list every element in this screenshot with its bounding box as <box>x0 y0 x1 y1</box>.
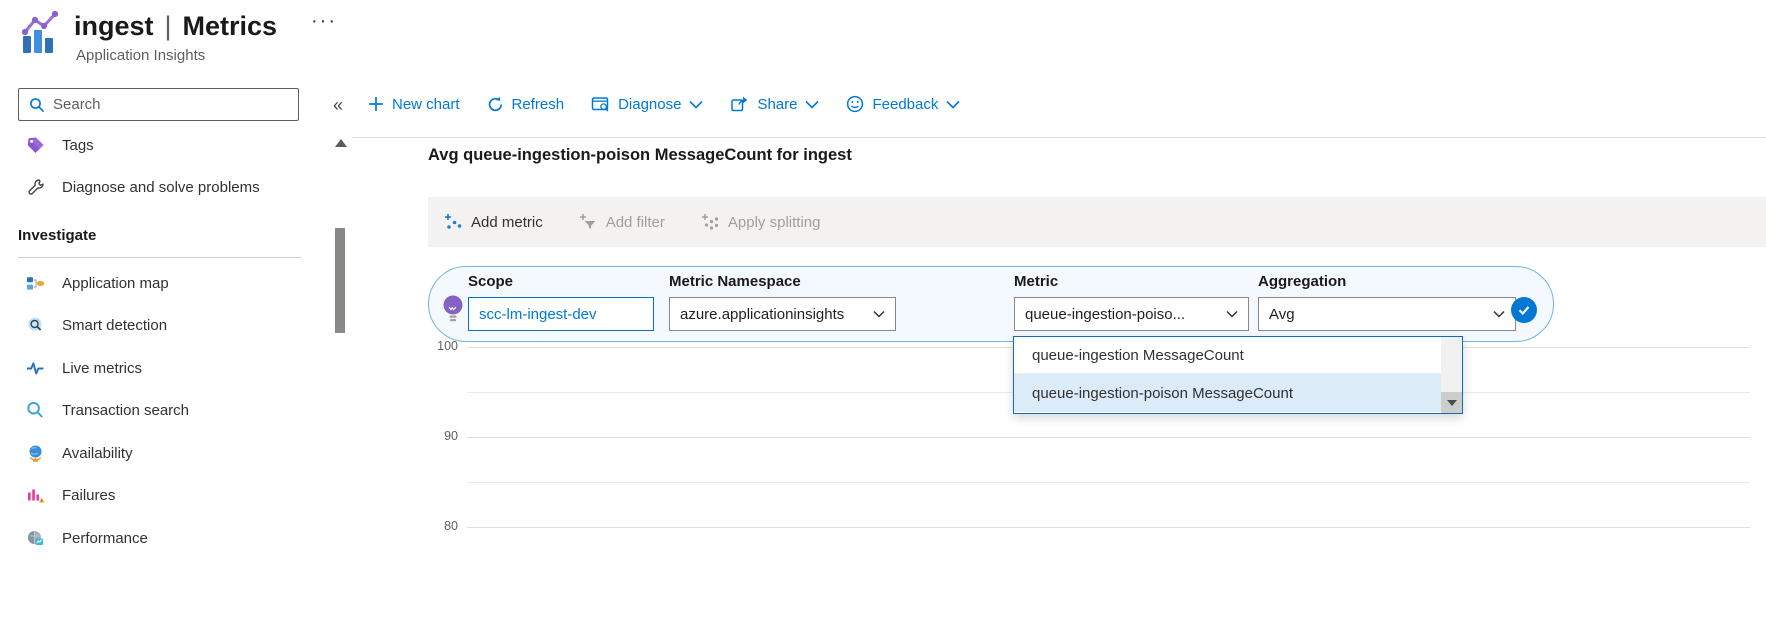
metric-field: Metric queue-ingestion-poiso... <box>1014 273 1249 331</box>
chevron-down-icon <box>946 100 960 109</box>
scope-input[interactable]: scc-lm-ingest-dev <box>468 297 654 331</box>
aggregation-field: Aggregation Avg <box>1258 273 1516 331</box>
metric-picker-pill: Scope scc-lm-ingest-dev Metric Namespace… <box>428 266 1554 342</box>
add-filter-button[interactable]: Add filter <box>579 213 665 231</box>
sidebar-item-label: Transaction search <box>62 401 190 419</box>
vertical-scrollbar-thumb[interactable] <box>335 228 345 333</box>
add-metric-button[interactable]: Add metric <box>444 213 543 231</box>
wrench-icon <box>26 178 45 197</box>
application-insights-logo-icon <box>22 10 62 56</box>
sidebar-section-investigate: Investigate <box>18 227 97 244</box>
feedback-button[interactable]: Feedback <box>846 95 960 113</box>
chevron-down-icon <box>873 310 885 318</box>
metric-select[interactable]: queue-ingestion-poiso... <box>1014 297 1249 331</box>
metric-namespace-field: Metric Namespace azure.applicationinsigh… <box>669 273 896 331</box>
add-filter-icon <box>579 213 598 231</box>
aggregation-label: Aggregation <box>1258 273 1347 290</box>
gridline-80 <box>467 527 1750 528</box>
gridline-minor-85 <box>467 482 1750 483</box>
page-title: ingest | Metrics <box>74 11 277 42</box>
resource-type-subtitle: Application Insights <box>76 47 206 64</box>
sidebar-search[interactable] <box>18 88 299 121</box>
failures-chart-icon <box>26 486 45 505</box>
scrollbar-up-arrow-icon[interactable] <box>335 139 347 147</box>
scope-field: Scope scc-lm-ingest-dev <box>468 273 654 331</box>
chart-title: Avg queue-ingestion-poison MessageCount … <box>428 146 852 164</box>
valid-check-icon <box>1511 297 1537 323</box>
window-magnifier-icon <box>591 95 610 113</box>
sidebar-item-label: Tags <box>62 136 94 154</box>
gridline-90 <box>467 437 1750 438</box>
share-button[interactable]: Share <box>730 95 820 113</box>
metric-dropdown-list: queue-ingestion MessageCount queue-inges… <box>1013 336 1463 414</box>
chevron-down-icon <box>1226 310 1238 318</box>
plus-icon <box>368 96 384 112</box>
sidebar-item-smart-detection[interactable]: Smart detection <box>18 308 302 342</box>
search-input[interactable] <box>53 96 290 113</box>
sidebar-item-label: Performance <box>62 529 148 547</box>
chevron-down-icon <box>689 100 704 109</box>
apply-splitting-button[interactable]: Apply splitting <box>701 213 820 231</box>
toolbar-divider <box>352 137 1766 138</box>
refresh-button[interactable]: Refresh <box>487 96 564 113</box>
metric-option-selected[interactable]: queue-ingestion-poison MessageCount <box>1014 374 1441 412</box>
metric-action-bar: Add metric Add filter Apply splitting <box>428 197 1766 247</box>
dropdown-scrollbar[interactable] <box>1441 337 1462 413</box>
sidebar-item-label: Diagnose and solve problems <box>62 178 260 196</box>
sidebar-item-transaction-search[interactable]: Transaction search <box>18 393 302 427</box>
smiley-icon <box>846 95 864 113</box>
sidebar-item-label: Smart detection <box>62 316 168 334</box>
refresh-icon <box>487 96 504 113</box>
sidebar-item-label: Availability <box>62 444 133 462</box>
sidebar-section-divider <box>18 257 301 258</box>
metric-option[interactable]: queue-ingestion MessageCount <box>1014 337 1441 374</box>
sidebar-item-failures[interactable]: Failures <box>18 478 302 512</box>
add-metric-icon <box>444 213 463 231</box>
sidebar-item-diagnose-solve-problems[interactable]: Diagnose and solve problems <box>18 170 302 204</box>
application-map-icon <box>26 274 45 293</box>
command-bar: New chart Refresh Diagnose Share Feedbac… <box>368 88 960 120</box>
pulse-icon <box>26 359 45 378</box>
tag-icon <box>26 136 45 155</box>
sidebar-item-performance[interactable]: Performance <box>18 521 302 555</box>
sidebar-item-label: Live metrics <box>62 359 143 377</box>
smart-detection-icon <box>26 316 45 335</box>
diagnose-button[interactable]: Diagnose <box>591 95 704 113</box>
more-options-button[interactable]: ··· <box>311 10 337 33</box>
search-icon <box>27 95 46 114</box>
performance-globe-icon <box>26 529 45 548</box>
chevron-down-icon <box>1493 310 1505 318</box>
collapse-sidebar-button[interactable]: « <box>327 93 349 118</box>
sidebar-item-live-metrics[interactable]: Live metrics <box>18 351 302 385</box>
chevron-down-icon <box>805 100 820 109</box>
metric-label: Metric <box>1014 273 1059 290</box>
magnifier-icon <box>26 401 45 420</box>
metric-namespace-label: Metric Namespace <box>669 273 801 290</box>
y-axis-tick-100: 100 <box>437 339 458 353</box>
lightbulb-icon <box>442 294 464 326</box>
new-chart-button[interactable]: New chart <box>368 96 460 113</box>
sidebar-item-application-map[interactable]: Application map <box>18 266 302 300</box>
y-axis-tick-90: 90 <box>444 429 458 443</box>
title-separator: | <box>164 11 172 41</box>
globe-icon <box>26 444 45 463</box>
page-name: Metrics <box>182 11 278 41</box>
share-icon <box>730 95 749 113</box>
scope-label: Scope <box>468 273 514 290</box>
metric-namespace-select[interactable]: azure.applicationinsights <box>669 297 896 331</box>
sidebar-item-label: Failures <box>62 486 116 504</box>
apply-splitting-icon <box>701 213 720 231</box>
resource-name: ingest <box>74 11 154 41</box>
sidebar-item-tags[interactable]: Tags <box>18 128 302 162</box>
scrollbar-down-arrow-icon[interactable] <box>1441 392 1462 413</box>
aggregation-select[interactable]: Avg <box>1258 297 1516 331</box>
y-axis-tick-80: 80 <box>444 519 458 533</box>
sidebar-item-label: Application map <box>62 274 169 292</box>
sidebar-item-availability[interactable]: Availability <box>18 436 302 470</box>
